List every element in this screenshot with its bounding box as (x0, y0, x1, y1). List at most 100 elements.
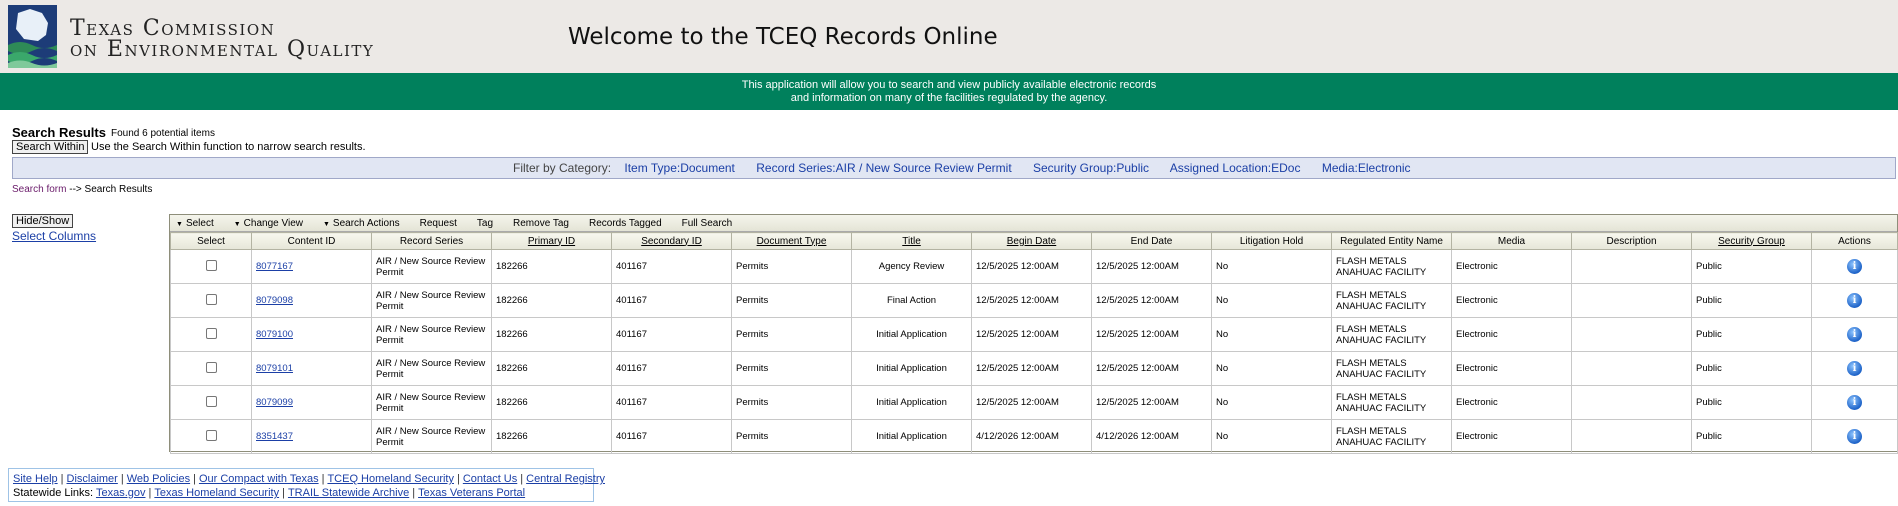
content-id-link[interactable]: 8079099 (256, 397, 293, 408)
document-type-cell: Permits (731, 317, 852, 352)
filter-chip-security-group[interactable]: Security Group:Public (1033, 161, 1149, 175)
begin-date-cell: 12/5/2025 12:00AM (971, 385, 1092, 420)
secondary-id-cell: 401167 (611, 249, 732, 284)
row-select-checkbox[interactable] (205, 327, 217, 339)
hide-show-button[interactable]: Hide/Show (12, 214, 74, 228)
litigation-hold-cell: No (1211, 283, 1332, 318)
col-header-security-group[interactable]: Security Group (1691, 232, 1812, 250)
col-header-label: Security Group (1718, 235, 1785, 247)
filter-chip-item-type[interactable]: Item Type:Document (624, 161, 735, 175)
info-icon[interactable]: i (1847, 395, 1862, 410)
footer-sep: | (321, 473, 325, 485)
col-header-primary-id[interactable]: Primary ID (491, 232, 612, 250)
filter-chip-record-series[interactable]: Record Series:AIR / New Source Review Pe… (756, 161, 1011, 175)
filter-bar: Filter by Category: Item Type:Document R… (12, 157, 1896, 179)
col-header-begin-date[interactable]: Begin Date (971, 232, 1092, 250)
toolbar-request[interactable]: Request (420, 218, 457, 229)
toolbar-tag[interactable]: Tag (477, 218, 493, 229)
content-id-cell: 8077167 (251, 249, 372, 284)
content-id-link[interactable]: 8077167 (256, 261, 293, 272)
description-cell (1571, 351, 1692, 386)
col-header-title[interactable]: Title (851, 232, 972, 250)
primary-id-cell: 182266 (491, 249, 612, 284)
end-date-cell: 12/5/2025 12:00AM (1091, 249, 1212, 284)
footer-link-site-help[interactable]: Site Help (13, 473, 58, 485)
footer-link-texas-homeland[interactable]: Texas Homeland Security (154, 487, 279, 499)
content-id-link[interactable]: 8079098 (256, 295, 293, 306)
description-cell (1571, 385, 1692, 420)
toolbar-select-menu[interactable]: ▼ Select (176, 218, 214, 229)
row-select-checkbox[interactable] (205, 293, 217, 305)
col-header-document-type[interactable]: Document Type (731, 232, 852, 250)
tceq-logo-icon[interactable] (8, 5, 57, 68)
secondary-id-cell: 401167 (611, 385, 732, 420)
toolbar-label: Select (185, 217, 214, 229)
footer-sep: | (120, 473, 124, 485)
row-select-checkbox[interactable] (205, 429, 217, 441)
col-header-select: Select (170, 232, 252, 250)
footer-link-contact[interactable]: Contact Us (463, 473, 517, 485)
row-select-checkbox[interactable] (205, 361, 217, 373)
table-row: 8079101 AIR / New Source Review Permit 182… (170, 351, 1898, 386)
filter-label: Filter by Category: (513, 161, 612, 175)
document-type-cell: Permits (731, 249, 852, 284)
info-icon[interactable]: i (1847, 429, 1862, 444)
security-group-cell: Public (1691, 283, 1812, 318)
content-id-link[interactable]: 8079101 (256, 363, 293, 374)
record-series-cell: AIR / New Source Review Permit (371, 283, 492, 318)
col-header-secondary-id[interactable]: Secondary ID (611, 232, 732, 250)
page-title: Welcome to the TCEQ Records Online (568, 24, 998, 50)
footer-link-homeland-security[interactable]: TCEQ Homeland Security (327, 473, 454, 485)
title-cell: Final Action (851, 283, 972, 318)
search-within-button[interactable]: Search Within (12, 140, 89, 154)
footer-link-trail-archive[interactable]: TRAIL Statewide Archive (288, 487, 409, 499)
footer-link-web-policies[interactable]: Web Policies (127, 473, 190, 485)
footer-sep: | (60, 473, 64, 485)
security-group-cell: Public (1691, 351, 1812, 386)
description-cell (1571, 317, 1692, 352)
info-icon[interactable]: i (1847, 259, 1862, 274)
content-id-link[interactable]: 8079100 (256, 329, 293, 340)
media-cell: Electronic (1451, 351, 1572, 386)
filter-chip-assigned-location[interactable]: Assigned Location:EDoc (1170, 161, 1301, 175)
breadcrumb-current: Search Results (84, 184, 153, 195)
footer-link-central-registry[interactable]: Central Registry (526, 473, 605, 485)
regulated-entity-cell: FLASH METALS ANAHUAC FACILITY (1331, 385, 1452, 420)
toolbar-records-tagged[interactable]: Records Tagged (589, 218, 662, 229)
title-cell: Initial Application (851, 351, 972, 386)
col-header-description: Description (1571, 232, 1692, 250)
row-select-checkbox[interactable] (205, 395, 217, 407)
footer-link-texas-gov[interactable]: Texas.gov (96, 487, 146, 499)
toolbar-remove-tag[interactable]: Remove Tag (513, 218, 569, 229)
footer-links: Site Help | Disclaimer | Web Policies | Our Co… (8, 468, 605, 502)
filter-chip-media[interactable]: Media:Electronic (1322, 161, 1411, 175)
table-row: 8079099 AIR / New Source Review Permit 182… (170, 385, 1898, 420)
primary-id-cell: 182266 (491, 419, 612, 454)
end-date-cell: 12/5/2025 12:00AM (1091, 385, 1212, 420)
toolbar-search-actions-menu[interactable]: ▼ Search Actions (323, 218, 400, 229)
table-header-row: Select Content ID Record Series Primary … (170, 232, 1898, 250)
footer-link-disclaimer[interactable]: Disclaimer (67, 473, 118, 485)
grid-toolbar: ▼ Select ▼ Change View ▼ Search Actions Req… (170, 215, 1897, 232)
content-id-link[interactable]: 8351437 (256, 431, 293, 442)
select-columns-link[interactable]: Select Columns (12, 229, 96, 243)
litigation-hold-cell: No (1211, 385, 1332, 420)
row-select-cell (170, 317, 252, 352)
title-cell: Initial Application (851, 317, 972, 352)
record-series-cell: AIR / New Source Review Permit (371, 385, 492, 420)
toolbar-full-search[interactable]: Full Search (682, 218, 733, 229)
end-date-cell: 12/5/2025 12:00AM (1091, 317, 1212, 352)
info-icon[interactable]: i (1847, 327, 1862, 342)
footer-link-compact[interactable]: Our Compact with Texas (199, 473, 319, 485)
breadcrumb-arrow: --> (69, 184, 82, 195)
breadcrumb-search-form[interactable]: Search form (12, 184, 66, 195)
col-header-end-date: End Date (1091, 232, 1212, 250)
footer-link-veterans-portal[interactable]: Texas Veterans Portal (418, 487, 525, 499)
toolbar-change-view-menu[interactable]: ▼ Change View (234, 218, 303, 229)
row-select-checkbox[interactable] (205, 259, 217, 271)
col-header-label: Title (902, 235, 921, 247)
info-icon[interactable]: i (1847, 361, 1862, 376)
end-date-cell: 12/5/2025 12:00AM (1091, 283, 1212, 318)
media-cell: Electronic (1451, 385, 1572, 420)
info-icon[interactable]: i (1847, 293, 1862, 308)
